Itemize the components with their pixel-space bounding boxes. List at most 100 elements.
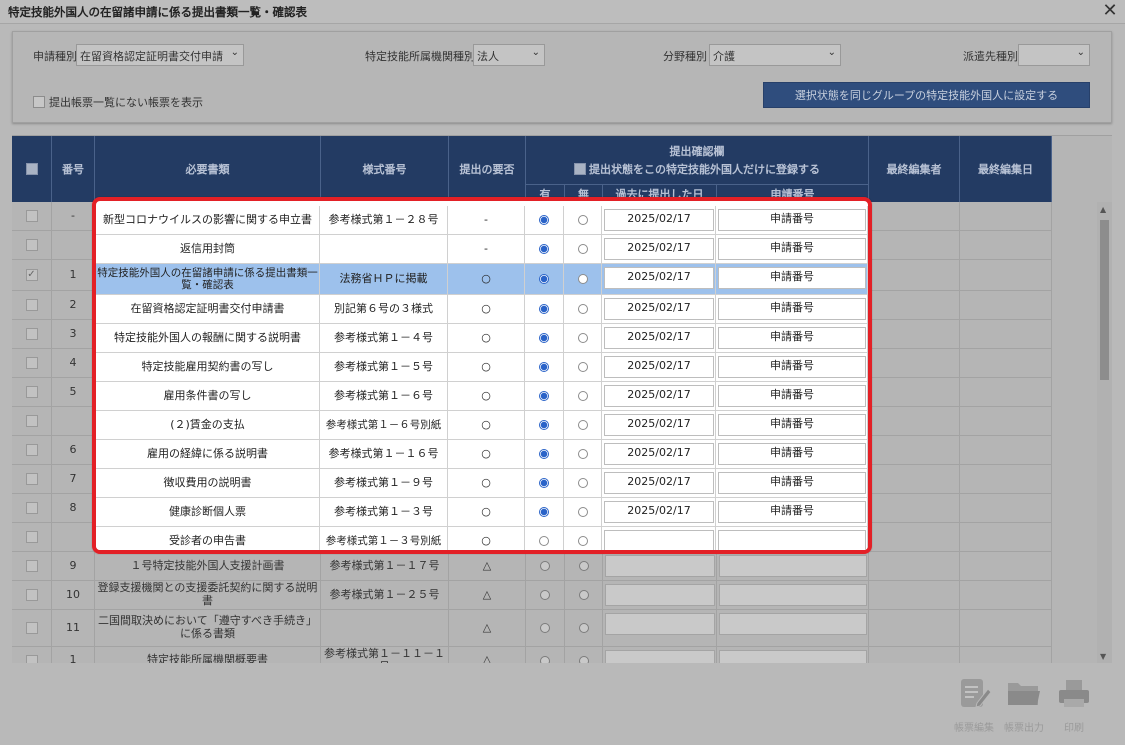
yes-radio[interactable]: [539, 333, 549, 343]
date-input[interactable]: 2025/02/17: [604, 209, 714, 231]
app-number-input[interactable]: 申請番号: [718, 327, 866, 349]
row-checkbox[interactable]: [25, 328, 38, 340]
app-number-input[interactable]: [719, 613, 867, 635]
no-radio[interactable]: [577, 244, 588, 254]
table-row[interactable]: 9 １号特定技能外国人支援計画書 参考様式第１－１７号 △: [12, 552, 1052, 581]
date-input[interactable]: [605, 613, 715, 635]
app-number-input[interactable]: [718, 530, 866, 550]
app-number-input[interactable]: 申請番号: [718, 238, 866, 260]
row-checkbox[interactable]: [25, 589, 38, 601]
header-confirm-sub[interactable]: 提出状態をこの特定技能外国人だけに登録する: [574, 161, 820, 177]
application-type-select[interactable]: 在留資格認定証明書交付申請 ⌄: [76, 44, 244, 66]
app-number-input[interactable]: [719, 650, 867, 663]
popup-row[interactable]: 特定技能雇用契約書の写し 参考様式第１－５号 ○ 2025/02/17 申請番号: [96, 353, 868, 382]
app-number-input[interactable]: 申請番号: [718, 356, 866, 378]
yes-radio[interactable]: [539, 478, 549, 488]
date-input[interactable]: [605, 555, 715, 577]
no-radio[interactable]: [577, 274, 588, 284]
yes-radio[interactable]: [539, 507, 549, 517]
app-number-input[interactable]: 申請番号: [718, 298, 866, 320]
row-checkbox[interactable]: [25, 299, 38, 311]
row-checkbox[interactable]: [25, 239, 38, 251]
popup-row[interactable]: 受診者の申告書 参考様式第１－３号別紙 ○: [96, 527, 868, 550]
date-input[interactable]: [604, 530, 714, 550]
no-radio[interactable]: [578, 561, 589, 571]
no-radio[interactable]: [577, 333, 588, 343]
yes-radio[interactable]: [540, 655, 550, 663]
yes-radio[interactable]: [539, 420, 549, 430]
date-input[interactable]: 2025/02/17: [604, 501, 714, 523]
yes-radio[interactable]: [540, 623, 550, 633]
yes-radio[interactable]: [539, 215, 549, 225]
date-input[interactable]: 2025/02/17: [604, 385, 714, 407]
row-checkbox[interactable]: [25, 386, 38, 398]
popup-row[interactable]: 特定技能外国人の在留諸申請に係る提出書類一覧・確認表 法務省ＨＰに掲載 ○ 2025/…: [96, 264, 868, 295]
yes-radio[interactable]: [539, 449, 549, 459]
popup-row[interactable]: 健康診断個人票 参考様式第１－３号 ○ 2025/02/17 申請番号: [96, 498, 868, 527]
yes-radio[interactable]: [539, 536, 549, 546]
no-radio[interactable]: [578, 623, 589, 633]
app-number-input[interactable]: 申請番号: [718, 443, 866, 465]
popup-row[interactable]: 返信用封筒 - 2025/02/17 申請番号: [96, 235, 868, 264]
table-row[interactable]: 1特定技能所属機関概要書参考様式第１－１１－１号△: [12, 647, 1052, 663]
date-input[interactable]: 2025/02/17: [604, 327, 714, 349]
row-checkbox[interactable]: [25, 502, 38, 514]
yes-radio[interactable]: [539, 244, 549, 254]
app-number-input[interactable]: 申請番号: [718, 385, 866, 407]
date-input[interactable]: 2025/02/17: [604, 298, 714, 320]
close-icon[interactable]: ✕: [1101, 1, 1119, 21]
app-number-input[interactable]: 申請番号: [718, 501, 866, 523]
no-radio[interactable]: [577, 391, 588, 401]
no-radio[interactable]: [577, 536, 588, 546]
row-checkbox[interactable]: [25, 622, 38, 634]
no-radio[interactable]: [577, 420, 588, 430]
app-number-input[interactable]: 申請番号: [718, 414, 866, 436]
row-checkbox[interactable]: [25, 415, 38, 427]
no-radio[interactable]: [577, 449, 588, 459]
register-only-checkbox[interactable]: [574, 163, 586, 175]
no-radio[interactable]: [577, 362, 588, 372]
date-input[interactable]: 2025/02/17: [604, 414, 714, 436]
popup-row[interactable]: (２)賃金の支払 参考様式第１－６号別紙 ○ 2025/02/17 申請番号: [96, 411, 868, 440]
scrollbar-thumb[interactable]: [1100, 220, 1109, 380]
date-input[interactable]: 2025/02/17: [604, 472, 714, 494]
popup-row[interactable]: 特定技能外国人の報酬に関する説明書 参考様式第１－４号 ○ 2025/02/17 申請番…: [96, 324, 868, 353]
popup-row[interactable]: 雇用条件書の写し 参考様式第１－６号 ○ 2025/02/17 申請番号: [96, 382, 868, 411]
show-unlisted-checkbox[interactable]: [33, 96, 45, 108]
app-number-input[interactable]: [719, 584, 867, 606]
date-input[interactable]: 2025/02/17: [604, 267, 714, 289]
select-all-header[interactable]: [12, 136, 52, 202]
app-number-input[interactable]: 申請番号: [718, 209, 866, 231]
dispatch-type-select[interactable]: ⌄: [1018, 44, 1090, 66]
no-radio[interactable]: [578, 590, 589, 600]
app-number-input[interactable]: [719, 555, 867, 577]
popup-row[interactable]: 徴収費用の説明書 参考様式第１－９号 ○ 2025/02/17 申請番号: [96, 469, 868, 498]
date-input[interactable]: [605, 584, 715, 606]
app-number-input[interactable]: 申請番号: [718, 267, 866, 289]
table-row[interactable]: 11 二国間取決めにおいて「遵守すべき手続き」に係る書類 △: [12, 610, 1052, 647]
table-row[interactable]: 10 登録支援機関との支援委託契約に関する説明書 参考様式第１－２５号 △: [12, 581, 1052, 610]
row-checkbox[interactable]: [25, 473, 38, 485]
row-checkbox[interactable]: [25, 357, 38, 369]
no-radio[interactable]: [577, 304, 588, 314]
vertical-scrollbar[interactable]: ▲ ▼: [1097, 202, 1112, 663]
no-radio[interactable]: [578, 655, 589, 663]
scroll-down-icon[interactable]: ▼: [1100, 652, 1106, 661]
popup-row[interactable]: 在留資格認定証明書交付申請書 別記第６号の３様式 ○ 2025/02/17 申請番号: [96, 295, 868, 324]
popup-row[interactable]: 雇用の経緯に係る説明書 参考様式第１－１６号 ○ 2025/02/17 申請番号: [96, 440, 868, 469]
select-all-checkbox[interactable]: [25, 163, 38, 175]
no-radio[interactable]: [577, 478, 588, 488]
show-unlisted-option[interactable]: 提出帳票一覧にない帳票を表示: [33, 94, 203, 110]
row-checkbox[interactable]: [25, 560, 38, 572]
yes-radio[interactable]: [539, 274, 549, 284]
date-input[interactable]: 2025/02/17: [604, 356, 714, 378]
date-input[interactable]: 2025/02/17: [604, 238, 714, 260]
print-button[interactable]: 印刷: [1048, 675, 1100, 734]
row-checkbox[interactable]: [25, 444, 38, 456]
field-type-select[interactable]: 介護 ⌄: [709, 44, 841, 66]
row-checkbox[interactable]: ✓: [25, 269, 38, 281]
output-form-button[interactable]: 帳票出力: [998, 675, 1050, 734]
app-number-input[interactable]: 申請番号: [718, 472, 866, 494]
no-radio[interactable]: [577, 215, 588, 225]
yes-radio[interactable]: [539, 391, 549, 401]
